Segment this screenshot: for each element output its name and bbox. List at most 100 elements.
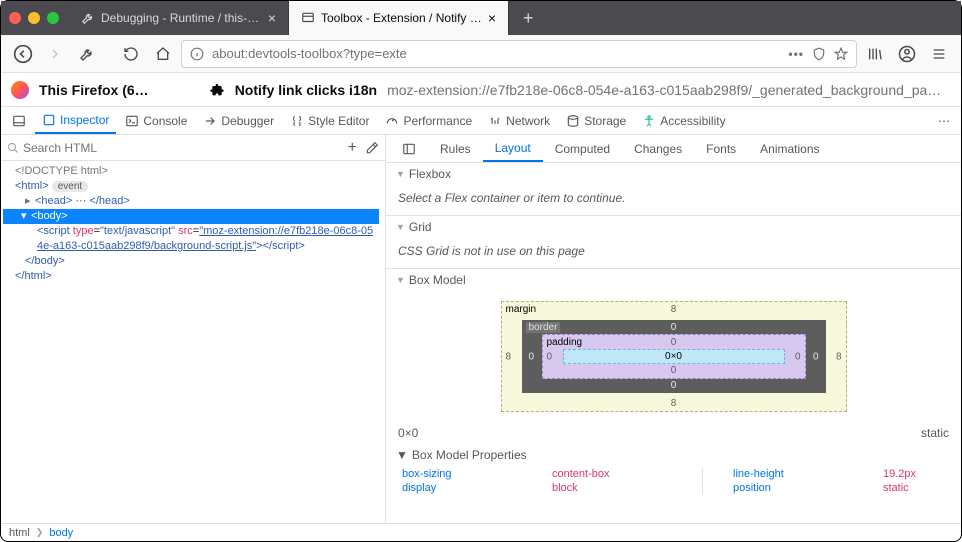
margin-left-value[interactable]: 8	[506, 351, 512, 362]
info-icon[interactable]	[190, 47, 204, 61]
tab-fonts[interactable]: Fonts	[694, 135, 748, 162]
tab-label: Style Editor	[308, 114, 369, 128]
sidebar-tabs: Rules Layout Computed Changes Fonts Anim…	[386, 135, 961, 163]
doctype-node[interactable]: <!DOCTYPE html>	[15, 165, 108, 177]
add-node-button[interactable]: +	[340, 139, 365, 157]
tab-changes[interactable]: Changes	[622, 135, 694, 162]
border-right-value[interactable]: 0	[810, 351, 822, 362]
script-node[interactable]: <script type="text/javascript" src="moz-…	[7, 224, 379, 254]
chevron-right-icon: ❯	[36, 527, 44, 538]
tab-computed[interactable]: Computed	[543, 135, 622, 162]
margin-box[interactable]: margin 8 8 8 8 border 0 0 0 0	[501, 301, 847, 412]
head-open-tag[interactable]: <head>	[35, 195, 72, 207]
tab-label: Network	[506, 114, 550, 128]
shield-icon[interactable]	[812, 47, 826, 61]
prop-key[interactable]: display	[402, 482, 522, 494]
boxmodel-props-header[interactable]: ▼Box Model Properties	[386, 444, 961, 466]
tab-label: Debugger	[221, 114, 274, 128]
tab-storage[interactable]: Storage	[559, 107, 633, 134]
border-left-value[interactable]: 0	[526, 351, 538, 362]
tab-rules[interactable]: Rules	[428, 135, 483, 162]
prop-key[interactable]: line-height	[733, 468, 853, 480]
crumb-html[interactable]: html	[9, 527, 30, 539]
url-bar[interactable]: about:devtools-toolbox?type=exte •••	[181, 40, 857, 68]
reload-button[interactable]	[117, 40, 145, 68]
flexbox-section: ▼Flexbox Select a Flex container or item…	[386, 163, 961, 216]
browser-tab-toolbox[interactable]: Toolbox - Extension / Notify link ×	[289, 1, 509, 35]
grid-header[interactable]: ▼Grid	[386, 216, 961, 238]
html-open-tag[interactable]: <html>	[15, 180, 49, 192]
tab-inspector[interactable]: Inspector	[35, 107, 116, 134]
extension-name: Notify link clicks i18n	[235, 82, 377, 98]
content-box[interactable]: 0×0	[563, 349, 785, 364]
devtools-wrench-icon[interactable]	[73, 40, 101, 68]
tab-label: Storage	[584, 114, 626, 128]
prop-value[interactable]: block	[552, 482, 672, 494]
close-dot[interactable]	[9, 12, 21, 24]
eyedropper-icon[interactable]	[365, 141, 379, 155]
border-bottom-value[interactable]: 0	[668, 380, 680, 391]
head-close-tag[interactable]: </head>	[89, 195, 129, 207]
event-badge[interactable]: event	[52, 181, 88, 192]
padding-box[interactable]: padding 0 0 0 0 0×0	[542, 334, 806, 379]
devtools-main: + <!DOCTYPE html> <html> event ▸<head> ⋯…	[1, 135, 961, 523]
padding-right-value[interactable]: 0	[795, 351, 801, 362]
prop-key[interactable]: position	[733, 482, 853, 494]
star-icon[interactable]	[834, 47, 848, 61]
body-close-tag[interactable]: </body>	[25, 255, 65, 267]
padding-left-value[interactable]: 0	[547, 351, 553, 362]
maximize-dot[interactable]	[47, 12, 59, 24]
tab-layout[interactable]: Layout	[483, 135, 543, 162]
url-text: about:devtools-toolbox?type=exte	[212, 46, 780, 61]
home-button[interactable]	[149, 40, 177, 68]
tab-animations[interactable]: Animations	[748, 135, 831, 162]
tab-performance[interactable]: Performance	[378, 107, 479, 134]
tab-console[interactable]: Console	[118, 107, 194, 134]
padding-top-value[interactable]: 0	[671, 337, 677, 348]
tab-title: Debugging - Runtime / this-fire	[101, 11, 262, 25]
margin-top-value[interactable]: 8	[671, 304, 677, 315]
dock-button[interactable]	[5, 107, 33, 134]
prop-value[interactable]: static	[883, 482, 961, 494]
boxmodel-diagram: margin 8 8 8 8 border 0 0 0 0	[386, 291, 961, 422]
grid-body: CSS Grid is not in use on this page	[386, 238, 961, 268]
html-close-tag[interactable]: </html>	[15, 270, 52, 282]
body-node-selected[interactable]: ▾<body>	[3, 209, 379, 224]
prop-value[interactable]: 19.2px	[883, 468, 961, 480]
library-icon[interactable]	[861, 40, 889, 68]
expand-icon[interactable]: ▸	[25, 194, 35, 209]
prop-key[interactable]: box-sizing	[402, 468, 522, 480]
margin-bottom-value[interactable]: 8	[671, 398, 677, 409]
account-icon[interactable]	[893, 40, 921, 68]
search-input[interactable]	[23, 141, 340, 155]
nav-toolbar: about:devtools-toolbox?type=exte •••	[1, 35, 961, 73]
border-top-value[interactable]: 0	[668, 322, 680, 333]
prop-value[interactable]: content-box	[552, 468, 672, 480]
tab-style-editor[interactable]: Style Editor	[283, 107, 376, 134]
crumb-body[interactable]: body	[49, 527, 73, 539]
margin-right-value[interactable]: 8	[836, 351, 842, 362]
close-icon[interactable]: ×	[488, 10, 496, 26]
sidebar-icon[interactable]	[390, 135, 428, 162]
flexbox-header[interactable]: ▼Flexbox	[386, 163, 961, 185]
window-controls	[9, 12, 69, 24]
boxmodel-header[interactable]: ▼Box Model	[386, 269, 961, 291]
border-box[interactable]: border 0 0 0 0 padding 0 0 0	[522, 320, 826, 393]
tab-debugger[interactable]: Debugger	[196, 107, 281, 134]
markup-search-row: +	[1, 135, 385, 161]
back-button[interactable]	[9, 40, 37, 68]
tab-accessibility[interactable]: Accessibility	[635, 107, 732, 134]
devtools-menu-icon[interactable]: ⋯	[931, 107, 957, 134]
minimize-dot[interactable]	[28, 12, 40, 24]
menu-icon[interactable]	[925, 40, 953, 68]
collapse-icon[interactable]: ▾	[21, 209, 31, 224]
tab-network[interactable]: Network	[481, 107, 557, 134]
new-tab-button[interactable]: +	[509, 1, 548, 35]
more-icon[interactable]: •••	[788, 47, 804, 61]
browser-tab-debugging[interactable]: Debugging - Runtime / this-fire ×	[69, 1, 289, 35]
forward-button[interactable]	[41, 40, 69, 68]
markup-tree[interactable]: <!DOCTYPE html> <html> event ▸<head> ⋯ <…	[1, 161, 385, 287]
padding-bottom-value[interactable]: 0	[671, 365, 677, 376]
wrench-icon	[81, 11, 95, 25]
close-icon[interactable]: ×	[268, 10, 276, 26]
